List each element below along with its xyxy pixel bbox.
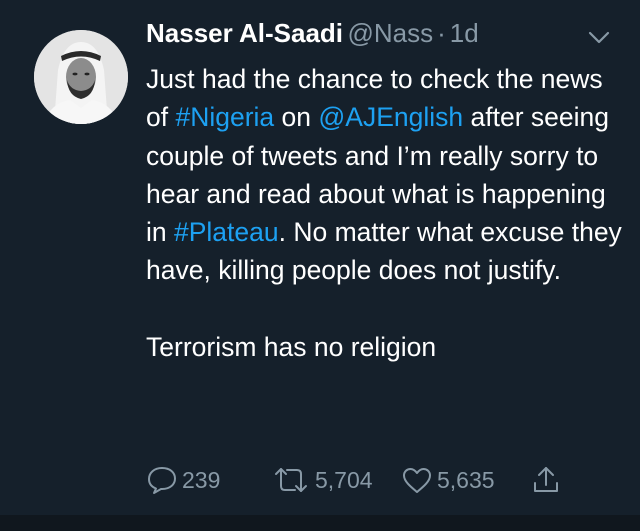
chevron-down-icon[interactable] — [586, 28, 612, 48]
hashtag-link[interactable]: #Plateau — [174, 217, 279, 247]
tweet[interactable]: Nasser Al-Saadi @Nass · 1d Just had the ch… — [0, 0, 640, 531]
timestamp[interactable]: 1d — [450, 18, 479, 48]
retweet-count: 5,704 — [315, 466, 373, 493]
display-name[interactable]: Nasser Al-Saadi — [146, 18, 343, 48]
tweet-header: Nasser Al-Saadi @Nass · 1d — [146, 18, 479, 58]
separator-dot: · — [437, 18, 446, 48]
avatar[interactable] — [34, 30, 128, 124]
user-handle[interactable]: @Nass — [347, 18, 433, 48]
retweet-button[interactable]: 5,704 — [271, 460, 373, 500]
tweet-text: Just had the chance to check the news of… — [146, 60, 626, 366]
like-count: 5,635 — [437, 466, 495, 493]
avatar-photo — [34, 30, 128, 124]
tweet-text-segment: on — [274, 102, 319, 133]
reply-button[interactable]: 239 — [146, 460, 220, 500]
retweet-arrows-icon — [271, 464, 311, 496]
mention-link[interactable]: @AJEnglish — [318, 102, 463, 132]
speech-bubble-icon — [146, 464, 178, 496]
heart-icon — [401, 464, 433, 496]
tweet-paragraph: Just had the chance to check the news of… — [146, 60, 626, 290]
share-upload-icon — [530, 464, 562, 496]
hashtag-link[interactable]: #Nigeria — [175, 102, 274, 132]
tweet-paragraph: Terrorism has no religion — [146, 331, 437, 362]
like-button[interactable]: 5,635 — [401, 460, 495, 500]
divider-bar — [0, 515, 640, 531]
share-button[interactable] — [530, 460, 562, 500]
reply-count: 239 — [182, 466, 221, 493]
